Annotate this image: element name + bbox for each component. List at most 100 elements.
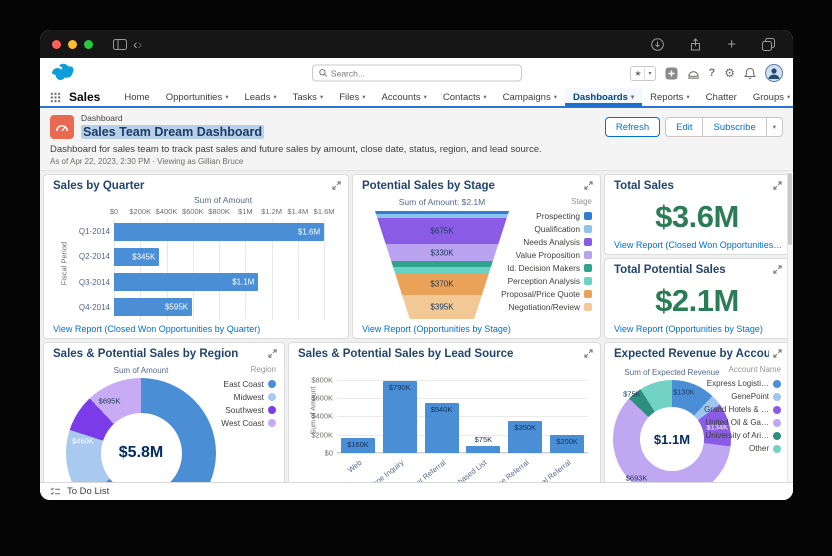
tab-files[interactable]: Files▾ <box>331 88 373 106</box>
refresh-button[interactable]: Refresh <box>605 117 660 137</box>
bar-value-label: $345K <box>132 252 155 261</box>
tab-contacts[interactable]: Contacts▾ <box>435 88 495 106</box>
card-title: Expected Revenue by Account <box>614 348 769 360</box>
tab-accounts[interactable]: Accounts▾ <box>374 88 435 106</box>
expand-icon[interactable] <box>332 181 341 190</box>
tab-tasks[interactable]: Tasks▾ <box>285 88 332 106</box>
legend-label: West Coast <box>221 418 264 428</box>
legend-item: Other <box>704 442 781 455</box>
legend-label: Prospecting <box>536 211 580 221</box>
tab-leads[interactable]: Leads▾ <box>236 88 284 106</box>
tab-overview-icon[interactable] <box>762 38 775 51</box>
salesforce-global-header: ★ ▾ ? ⚙ <box>40 58 793 88</box>
todo-list-icon <box>50 487 61 496</box>
bar-q4-2014[interactable]: $595K <box>114 298 192 316</box>
funnel-segment-proposal-price-quote[interactable]: $370K <box>375 273 509 295</box>
share-icon[interactable] <box>690 38 701 51</box>
tab-dashboards[interactable]: Dashboards▾ <box>565 88 642 106</box>
metric-value: $3.6M <box>605 199 789 235</box>
subscribe-button[interactable]: Subscribe <box>702 117 765 137</box>
legend-item: GenePoint <box>704 390 781 403</box>
todo-list-bar[interactable]: To Do List <box>40 482 793 500</box>
close-window-button[interactable] <box>52 40 61 49</box>
expand-icon[interactable] <box>584 181 593 190</box>
view-report-link[interactable]: View Report (Closed Won Opportunities by… <box>53 324 342 334</box>
dashboard-scrollbar[interactable] <box>787 171 793 482</box>
minimize-window-button[interactable] <box>68 40 77 49</box>
legend-item: Negotiation/Review <box>501 300 592 313</box>
help-icon[interactable]: ? <box>709 68 716 79</box>
legend-item: Id. Decision Makers <box>501 261 592 274</box>
funnel-segment-negotiation-review[interactable]: $395K <box>375 295 509 319</box>
search-input[interactable] <box>331 68 515 78</box>
legend-swatch <box>268 393 276 401</box>
notifications-bell-icon[interactable] <box>744 67 756 80</box>
tab-home[interactable]: Home <box>116 88 157 106</box>
bar-phone-inquiry[interactable]: $790K <box>383 381 417 453</box>
tab-chatter[interactable]: Chatter <box>698 88 745 106</box>
metric-value: $2.1M <box>605 283 789 319</box>
more-actions-caret-button[interactable]: ▾ <box>766 117 783 137</box>
legend-swatch <box>773 406 781 414</box>
expand-icon[interactable] <box>773 265 782 274</box>
sidebar-toggle-icon[interactable] <box>113 39 127 50</box>
x-tick-label: $1.6M <box>314 207 335 216</box>
legend-item: Express Logisti… <box>704 377 781 390</box>
slice-value-label: $460K <box>72 437 81 446</box>
salesforce-logo[interactable] <box>50 63 78 83</box>
view-report-link[interactable]: View Report (Opportunities by Stage) <box>614 324 783 334</box>
chevron-down-icon: ▾ <box>225 93 228 101</box>
bar-purchased-list[interactable]: $75K <box>466 446 500 453</box>
legend-label: East Coast <box>223 379 264 389</box>
app-navigation-bar: Sales HomeOpportunities▾Leads▾Tasks▾File… <box>40 88 793 108</box>
expand-icon[interactable] <box>773 349 782 358</box>
tab-opportunities[interactable]: Opportunities▾ <box>158 88 237 106</box>
new-tab-icon[interactable]: + <box>727 36 736 53</box>
guidance-center-icon[interactable] <box>687 68 700 79</box>
bar-q2-2014[interactable]: $345K <box>114 248 159 266</box>
legend-swatch <box>584 251 592 259</box>
download-icon[interactable] <box>651 38 664 51</box>
bar-employee-referral[interactable]: $350K <box>508 421 542 453</box>
expand-icon[interactable] <box>268 349 277 358</box>
legend-label: Proposal/Price Quote <box>501 289 580 299</box>
search-icon <box>319 69 327 78</box>
forward-icon[interactable]: › <box>138 37 143 51</box>
bar-q1-2014[interactable]: $1.6M <box>114 223 324 241</box>
user-avatar[interactable] <box>765 64 783 82</box>
card-title: Sales & Potential Sales by Region <box>53 348 264 360</box>
favorites-button[interactable]: ★ ▾ <box>630 66 655 81</box>
global-actions-icon[interactable] <box>665 67 678 80</box>
legend-item: Grand Hotels & … <box>704 403 781 416</box>
tab-label: Files <box>339 92 359 103</box>
dashboard-description: Dashboard for sales team to track past s… <box>50 144 783 155</box>
legend-label: Express Logisti… <box>707 379 769 388</box>
tab-reports[interactable]: Reports▾ <box>642 88 698 106</box>
stage-legend: StageProspectingQualificationNeeds Analy… <box>501 197 592 313</box>
app-launcher-icon[interactable] <box>50 92 61 103</box>
edit-button[interactable]: Edit <box>665 117 702 137</box>
bar-partner-referral[interactable]: $540K <box>425 403 459 453</box>
legend-swatch <box>773 419 781 427</box>
bar-external-referral[interactable]: $200K <box>550 435 584 453</box>
header-utility-icons: ★ ▾ ? ⚙ <box>630 64 783 82</box>
view-report-link[interactable]: View Report (Opportunities by Stage) <box>362 324 594 334</box>
global-search-input[interactable] <box>312 65 522 82</box>
view-report-link[interactable]: View Report (Closed Won Opportunities by… <box>614 240 783 250</box>
x-tick-label: $1M <box>238 207 253 216</box>
region-legend: RegionEast CoastMidwestSouthwestWest Coa… <box>221 365 276 429</box>
card-title: Sales & Potential Sales by Lead Source <box>298 348 580 360</box>
bar-q3-2014[interactable]: $1.1M <box>114 273 258 291</box>
chevron-down-icon: ▾ <box>273 93 276 101</box>
setup-gear-icon[interactable]: ⚙ <box>724 67 735 79</box>
chevron-down-icon: ▾ <box>554 93 557 101</box>
zoom-window-button[interactable] <box>84 40 93 49</box>
expand-icon[interactable] <box>773 181 782 190</box>
funnel-segment-value-proposition[interactable]: $330K <box>375 244 509 261</box>
tab-groups[interactable]: Groups▾ <box>745 88 793 106</box>
funnel-segment-needs-analysis[interactable]: $675K <box>375 218 509 244</box>
tab-campaigns[interactable]: Campaigns▾ <box>495 88 565 106</box>
expand-icon[interactable] <box>584 349 593 358</box>
legend-label: Southwest <box>225 405 264 415</box>
bar-web[interactable]: $160K <box>341 438 375 453</box>
